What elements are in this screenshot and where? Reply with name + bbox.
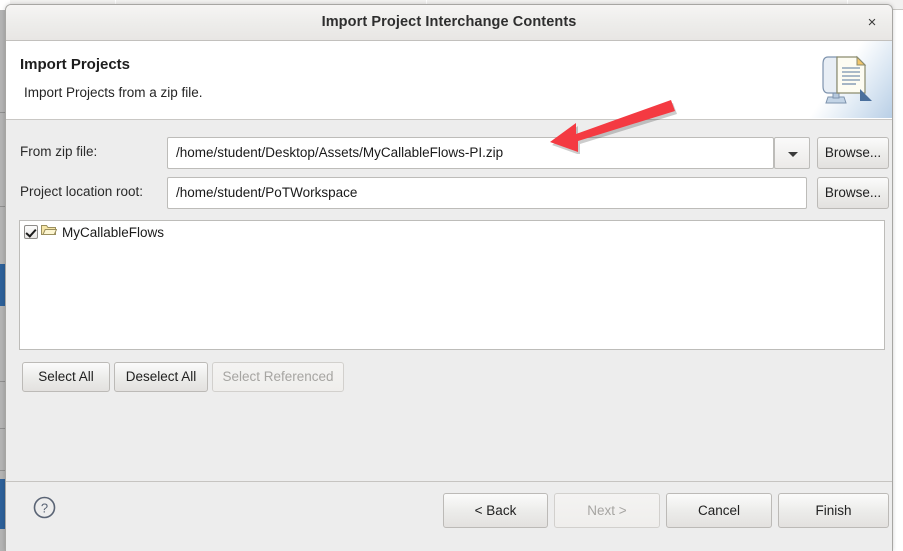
import-project-dialog: Import Project Interchange Contents × Im… (5, 4, 893, 551)
dialog-banner: Import Projects Import Projects from a z… (6, 41, 892, 120)
import-wizard-banner-icon (802, 41, 892, 118)
chevron-down-glyph (788, 152, 798, 157)
close-icon[interactable]: × (862, 13, 882, 33)
next-button: Next > (554, 493, 660, 528)
zip-file-label: From zip file: (20, 144, 97, 159)
dialog-footer: ? < Back Next > Cancel Finish (6, 481, 892, 551)
screen: Import Project Interchange Contents × Im… (0, 0, 903, 551)
page-subtitle: Import Projects from a zip file. (24, 85, 203, 100)
chevron-down-icon[interactable] (774, 137, 810, 169)
project-checkbox[interactable] (24, 225, 38, 239)
browse-root-button[interactable]: Browse... (817, 177, 889, 209)
zip-file-input[interactable]: /home/student/Desktop/Assets/MyCallableF… (167, 137, 774, 169)
projects-tree[interactable]: MyCallableFlows (19, 220, 885, 350)
dialog-titlebar: Import Project Interchange Contents × (6, 5, 892, 41)
dialog-title: Import Project Interchange Contents (6, 5, 892, 40)
list-item[interactable]: MyCallableFlows (20, 221, 884, 243)
finish-button[interactable]: Finish (778, 493, 889, 528)
select-referenced-button: Select Referenced (212, 362, 344, 392)
list-item-label: MyCallableFlows (62, 225, 164, 240)
browse-zip-button[interactable]: Browse... (817, 137, 889, 169)
project-location-root-input[interactable]: /home/student/PoTWorkspace (167, 177, 807, 209)
back-button[interactable]: < Back (443, 493, 548, 528)
select-all-button[interactable]: Select All (22, 362, 110, 392)
project-location-root-label: Project location root: (20, 184, 143, 199)
help-circle-icon[interactable]: ? (32, 495, 57, 520)
open-folder-icon (41, 223, 57, 242)
cancel-button[interactable]: Cancel (666, 493, 772, 528)
deselect-all-button[interactable]: Deselect All (114, 362, 208, 392)
svg-text:?: ? (41, 501, 48, 516)
page-title: Import Projects (20, 56, 130, 73)
